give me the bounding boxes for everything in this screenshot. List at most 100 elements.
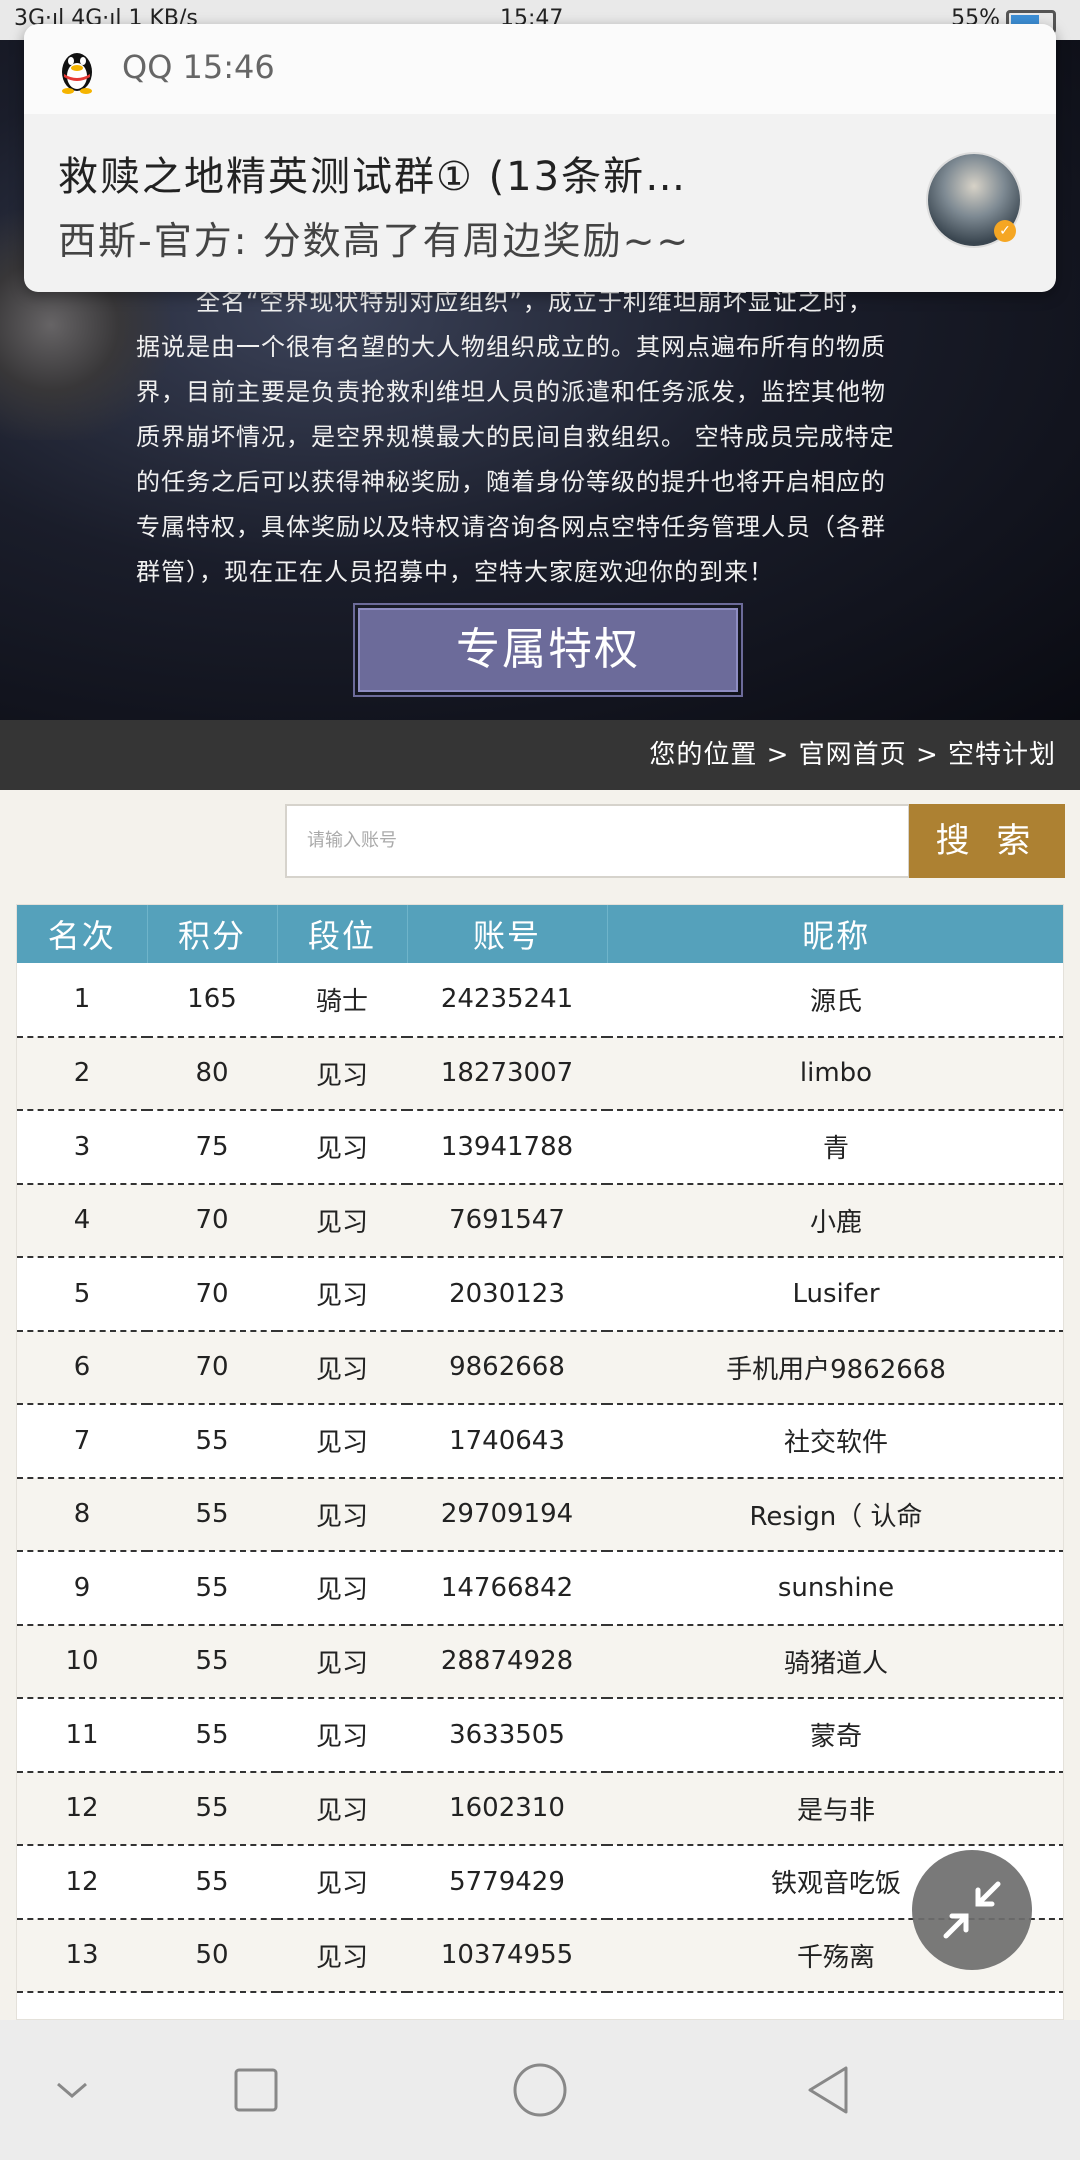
nickname-cell: 青 xyxy=(607,1110,1063,1185)
account-cell: 14766842 xyxy=(407,1551,607,1626)
rank-cell: 8 xyxy=(17,1477,147,1552)
nav-down-icon[interactable] xyxy=(42,2060,102,2120)
score-cell: 70 xyxy=(147,1257,277,1332)
tier-cell: 见习 xyxy=(277,1771,407,1846)
nickname-cell: Lusifer xyxy=(607,1257,1063,1332)
table-row[interactable]: 5 70 见习 2030123 Lusifer xyxy=(17,1257,1063,1332)
nickname-cell: Resign（ 认命 xyxy=(607,1477,1063,1552)
table-row[interactable]: 4 70 见习 7691547 小鹿 xyxy=(17,1183,1063,1258)
table-row[interactable]: 13 50 见习 10374955 千殇离 xyxy=(17,1918,1063,1993)
rank-cell: 10 xyxy=(17,1624,147,1699)
account-search-input[interactable]: 请输入账号 xyxy=(285,804,910,878)
tier-cell: 见习 xyxy=(277,1624,407,1699)
hero-text-line: 质界崩坏情况，是空界规模最大的民间自救组织。 空特成员完成特定 xyxy=(136,423,895,451)
table-header-row: 名次 积分 段位 账号 昵称 xyxy=(17,905,1063,963)
rank-cell: 9 xyxy=(17,1551,147,1626)
rank-cell: 5 xyxy=(17,1257,147,1332)
table-row[interactable]: 8 55 见习 29709194 Resign（ 认命 xyxy=(17,1477,1063,1552)
score-cell: 165 xyxy=(147,963,277,1038)
score-cell: 55 xyxy=(147,1771,277,1846)
account-cell: 1602310 xyxy=(407,1771,607,1846)
account-cell: 3633505 xyxy=(407,1698,607,1773)
tier-cell: 见习 xyxy=(277,1551,407,1626)
collapse-floating-button[interactable] xyxy=(912,1850,1032,1970)
hero-description: 全名“空界现状特别对应组织”，成立于利维坦崩坏显证之时， 据说是由一个很有名望的大… xyxy=(136,280,1006,595)
score-cell: 55 xyxy=(147,1698,277,1773)
table-row[interactable]: 1 165 骑士 24235241 源氏 xyxy=(17,963,1063,1038)
account-cell: 9862668 xyxy=(407,1330,607,1405)
sender-avatar: ✓ xyxy=(926,152,1022,248)
table-row[interactable]: 6 70 见习 9862668 手机用户9862668 xyxy=(17,1330,1063,1405)
score-cell: 55 xyxy=(147,1477,277,1552)
score-cell: 70 xyxy=(147,1330,277,1405)
nickname-cell: 源氏 xyxy=(607,963,1063,1038)
score-cell: 50 xyxy=(147,1918,277,1993)
screen: 3G⋅ıl 4G⋅ıl 1 KB/s 15:47 55% 全名“空界现状特别对应… xyxy=(0,0,1080,2160)
search-button[interactable]: 搜 索 xyxy=(909,804,1065,878)
rank-cell: 6 xyxy=(17,1330,147,1405)
tier-cell: 见习 xyxy=(277,1110,407,1185)
score-cell: 55 xyxy=(147,1551,277,1626)
column-header-account: 账号 xyxy=(407,905,608,963)
score-cell: 55 xyxy=(147,1624,277,1699)
hero-text-line: 专属特权，具体奖励以及特权请咨询各网点空特任务管理人员（各群 xyxy=(136,513,886,541)
qq-penguin-icon xyxy=(62,53,92,94)
collapse-arrows-icon xyxy=(943,1881,1001,1939)
score-cell: 55 xyxy=(147,1845,277,1920)
hero-text-line: 的任务之后可以获得神秘奖励，随着身份等级的提升也将开启相应的 xyxy=(136,468,886,496)
nickname-cell: 是与非 xyxy=(607,1771,1063,1846)
home-icon[interactable] xyxy=(510,2060,570,2120)
notification-title: 救赎之地精英测试群① (13条新… xyxy=(58,154,688,200)
system-navigation-bar xyxy=(0,2020,1080,2160)
table-row[interactable]: 7 55 见习 1740643 社交软件 xyxy=(17,1404,1063,1479)
column-header-score: 积分 xyxy=(147,905,278,963)
rank-cell: 1 xyxy=(17,963,147,1038)
table-row[interactable]: 12 55 见习 5779429 铁观音吃饭 xyxy=(17,1845,1063,1920)
nickname-cell: 骑猪道人 xyxy=(607,1624,1063,1699)
nickname-cell: sunshine xyxy=(607,1551,1063,1626)
search-bar: 请输入账号 搜 索 xyxy=(0,790,1080,900)
table-row[interactable]: 11 55 见习 3633505 蒙奇 xyxy=(17,1698,1063,1773)
qq-notification[interactable]: QQ 15:46 救赎之地精英测试群① (13条新… 西斯-官方: 分数高了有周… xyxy=(24,24,1056,292)
score-cell: 55 xyxy=(147,1404,277,1479)
nickname-cell: 手机用户9862668 xyxy=(607,1330,1063,1405)
notification-body: 救赎之地精英测试群① (13条新… 西斯-官方: 分数高了有周边奖励~~ ✓ xyxy=(24,114,1056,292)
table-body: 1 165 骑士 24235241 源氏 2 80 见习 18273007 limbo 3 75 见习 1… xyxy=(17,963,1063,1993)
account-cell: 10374955 xyxy=(407,1918,607,1993)
tier-cell: 见习 xyxy=(277,1698,407,1773)
score-cell: 80 xyxy=(147,1036,277,1111)
account-cell: 13941788 xyxy=(407,1110,607,1185)
tier-cell: 见习 xyxy=(277,1183,407,1258)
rank-cell: 2 xyxy=(17,1036,147,1111)
account-cell: 5779429 xyxy=(407,1845,607,1920)
tier-cell: 见习 xyxy=(277,1330,407,1405)
tier-cell: 见习 xyxy=(277,1845,407,1920)
table-row[interactable]: 2 80 见习 18273007 limbo xyxy=(17,1036,1063,1111)
hero-text-line: 界，目前主要是负责抢救利维坦人员的派遣和任务派发，监控其他物 xyxy=(136,378,886,406)
hero-text-line: 群管），现在正在人员招募中，空特大家庭欢迎你的到来！ xyxy=(136,558,774,586)
rank-cell: 3 xyxy=(17,1110,147,1185)
table-row[interactable]: 3 75 见习 13941788 青 xyxy=(17,1110,1063,1185)
table-row[interactable]: 10 55 见习 28874928 骑猪道人 xyxy=(17,1624,1063,1699)
rank-cell: 7 xyxy=(17,1404,147,1479)
account-cell: 7691547 xyxy=(407,1183,607,1258)
recent-apps-icon[interactable] xyxy=(226,2060,286,2120)
breadcrumb[interactable]: 您的位置 > 官网首页 > 空特计划 xyxy=(0,720,1080,790)
exclusive-privilege-button[interactable]: 专属特权 xyxy=(353,603,743,697)
tier-cell: 见习 xyxy=(277,1918,407,1993)
tier-cell: 见习 xyxy=(277,1036,407,1111)
ranking-table: 名次 积分 段位 账号 昵称 1 165 骑士 24235241 源氏 2 80 见习 1827… xyxy=(16,904,1064,2020)
column-header-nickname: 昵称 xyxy=(802,917,871,955)
rank-cell: 11 xyxy=(17,1698,147,1773)
column-header-tier: 段位 xyxy=(277,905,408,963)
table-row[interactable]: 12 55 见习 1602310 是与非 xyxy=(17,1771,1063,1846)
verified-check-icon: ✓ xyxy=(994,220,1016,242)
table-row[interactable]: 9 55 见习 14766842 sunshine xyxy=(17,1551,1063,1626)
rank-cell: 12 xyxy=(17,1771,147,1846)
account-cell: 2030123 xyxy=(407,1257,607,1332)
back-icon[interactable] xyxy=(800,2060,860,2120)
notification-header: QQ 15:46 xyxy=(24,24,1056,114)
nickname-cell: 小鹿 xyxy=(607,1183,1063,1258)
score-cell: 75 xyxy=(147,1110,277,1185)
account-cell: 29709194 xyxy=(407,1477,607,1552)
